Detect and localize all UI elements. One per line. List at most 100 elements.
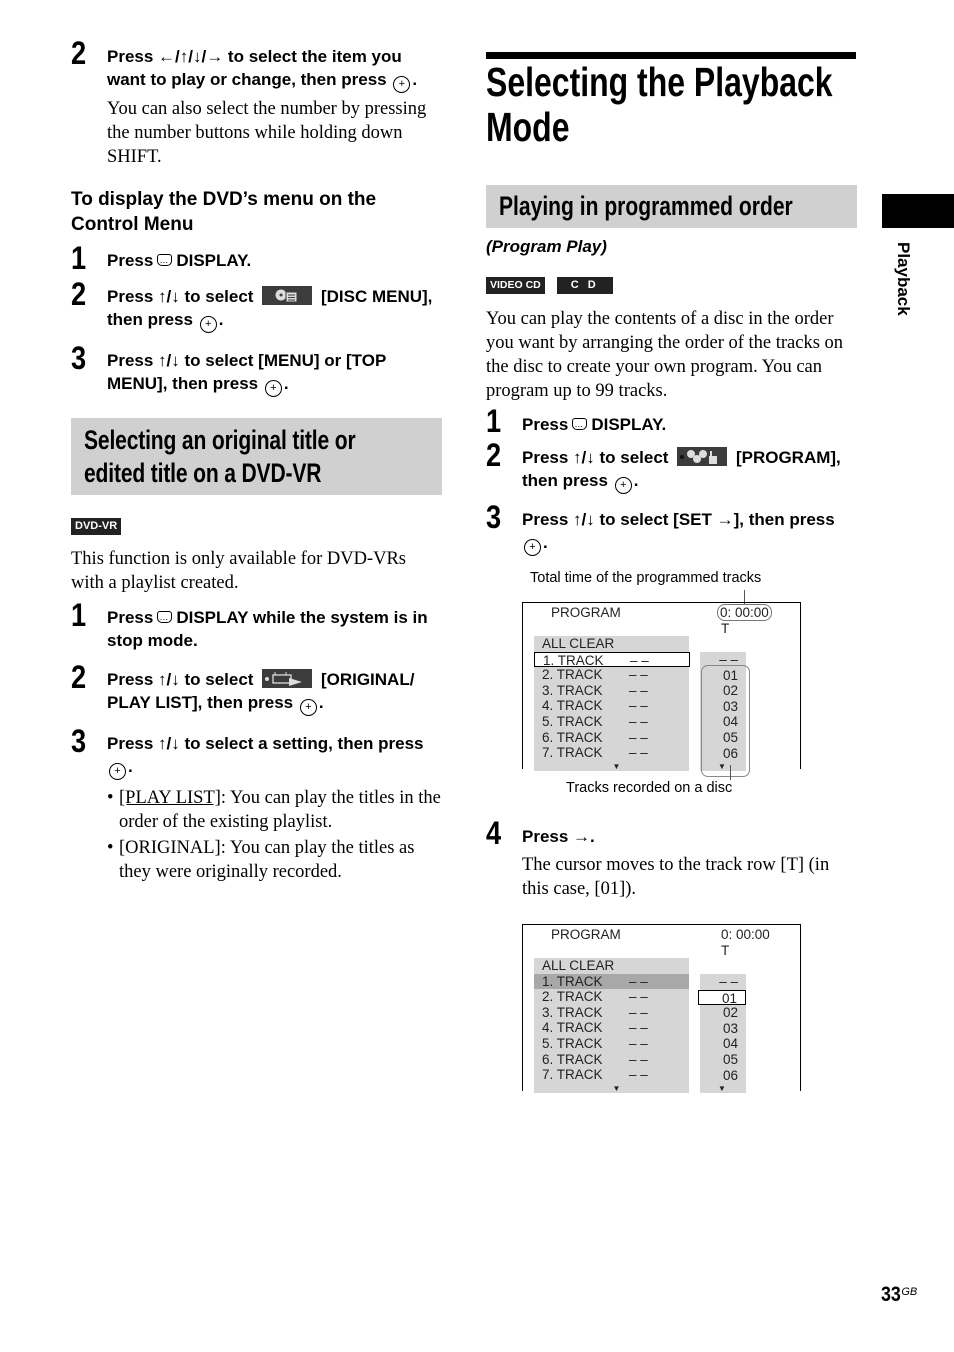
program-osd-screen-2: PROGRAM 0: 00:00 T ALL CLEAR 1. TRACK – –… xyxy=(522,924,801,1094)
osd-item-value: – – xyxy=(630,652,649,668)
osd-track-row[interactable]: 4. TRACK – – xyxy=(534,1020,689,1036)
osd-track-row[interactable]: 3. TRACK – – xyxy=(534,683,689,699)
osd-track-row[interactable]: 4. TRACK – – xyxy=(534,698,689,714)
osd-item-label: 2. TRACK xyxy=(542,667,603,683)
osd-item-label: ALL CLEAR xyxy=(542,958,615,973)
osd-item-label: 3. TRACK xyxy=(542,682,603,698)
dvd-vr-intro: This function is only available for DVD-… xyxy=(71,549,406,593)
osd-title: PROGRAM xyxy=(551,605,621,620)
osd-item-value: – – xyxy=(629,667,648,683)
osd-track-row[interactable]: 2. TRACK – – xyxy=(534,667,689,683)
osd-track-row[interactable]: 3. TRACK – – xyxy=(534,1005,689,1021)
osd-track-row[interactable]: 7. TRACK – – xyxy=(534,745,689,761)
scroll-down-arrow-icon[interactable]: ▼ xyxy=(534,761,689,771)
step-note: The cursor moves to the track row [T] (i… xyxy=(522,855,830,899)
scroll-down-arrow-icon[interactable]: ▼ xyxy=(700,1083,746,1093)
osd-item-label: 5. TRACK xyxy=(542,1035,603,1051)
page-region-suffix: GB xyxy=(901,1285,918,1298)
step-text: Press xyxy=(107,608,154,627)
osd-all-clear[interactable]: ALL CLEAR xyxy=(534,636,689,652)
osd-total-time: 0: 00:00 xyxy=(721,927,770,942)
osd-item-value: – – xyxy=(629,1067,648,1083)
osd-item-value: – – xyxy=(629,729,648,745)
osd-menu-list: ALL CLEAR 1. TRACK – – 2. TRACK – – 3. TRA… xyxy=(534,958,689,1093)
side-tab-marker xyxy=(882,194,954,228)
callout-tracks-recorded: Tracks recorded on a disc xyxy=(566,780,733,796)
dvd-menu-heading: To display the DVD’s menu on the Control… xyxy=(71,189,377,235)
setting-options: [PLAY LIST]: You can play the titles in … xyxy=(107,786,443,884)
step-number: 1 xyxy=(486,403,502,439)
dvd-vr-badge: DVD-VR xyxy=(71,516,122,535)
osd-track-number[interactable]: 03 xyxy=(700,1021,746,1037)
osd-item-value: – – xyxy=(629,1035,648,1051)
dvd-vr-step-1: 1 PressDISPLAY while the system is in st… xyxy=(71,597,443,652)
step-text: DISPLAY while the system is in stop mode… xyxy=(107,608,428,650)
step-text-end: . xyxy=(128,757,133,776)
step-text: Press ↑/↓ to select xyxy=(107,287,254,306)
display-button-icon xyxy=(157,249,173,272)
step-text: DISPLAY. xyxy=(591,415,667,434)
osd-track-number[interactable]: 02 xyxy=(700,1005,746,1021)
osd-item-value: – – xyxy=(629,682,648,698)
step-text: Press ↑/↓ to select [MENU] or [TOP MENU]… xyxy=(107,351,386,393)
option-original: [ORIGINAL]: You can play the titles as t… xyxy=(107,836,443,884)
osd-title: PROGRAM xyxy=(551,927,621,942)
osd-track-label: T xyxy=(721,621,730,636)
step-text: Press ↑/↓ to select xyxy=(522,448,669,467)
scroll-down-arrow-icon[interactable]: ▼ xyxy=(534,1083,689,1093)
osd-track-row-selected[interactable]: 1. TRACK – – xyxy=(534,973,689,990)
program-step-4: 4 Press →. The cursor moves to the track… xyxy=(486,817,858,901)
osd-item-value: – – xyxy=(629,1004,648,1020)
osd-track-column: – – 01 02 03 04 05 06 ▼ xyxy=(698,974,746,1094)
program-step-1: 1 Press DISPLAY. xyxy=(486,403,858,439)
osd-track-number[interactable]: 06 xyxy=(700,1068,746,1084)
step-number: 2 xyxy=(486,437,502,473)
title-rule xyxy=(486,52,856,59)
osd-track-row[interactable]: 6. TRACK – – xyxy=(534,730,689,746)
osd-track-row[interactable]: 5. TRACK – – xyxy=(534,1036,689,1052)
osd-track-row[interactable]: 2. TRACK – – xyxy=(534,989,689,1005)
osd-item-label: 4. TRACK xyxy=(542,698,603,714)
step-text-end: . xyxy=(218,310,224,329)
osd-item-label: 7. TRACK xyxy=(542,745,603,761)
option-play-list: [PLAY LIST]: You can play the titles in … xyxy=(107,786,443,834)
step-number: 2 xyxy=(71,35,87,71)
callout-total-time: Total time of the programmed tracks xyxy=(530,570,762,586)
enter-button-icon: + xyxy=(524,539,541,556)
osd-track-number-selected[interactable]: 01 xyxy=(698,989,746,1006)
enter-button-icon: + xyxy=(199,316,217,333)
osd-track-row[interactable]: 6. TRACK – – xyxy=(534,1052,689,1068)
display-button-icon xyxy=(157,606,173,629)
step-text: Press ↑/↓ to select [SET →], then press xyxy=(522,510,835,529)
step-text: Press ↑/↓ to select a setting, then pres… xyxy=(107,734,424,753)
osd-total-time: 0: 00:00 xyxy=(717,604,772,621)
option-label: [ORIGINAL] xyxy=(119,838,221,858)
osd-track-row-selected[interactable]: 1. TRACK – – xyxy=(534,651,690,668)
disc-menu-icon xyxy=(262,286,313,305)
osd-item-label: 6. TRACK xyxy=(542,729,603,745)
dvd-vr-steps: 1 PressDISPLAY while the system is in st… xyxy=(71,597,443,884)
callout-leader-line xyxy=(730,765,731,780)
program-step-2: 2 Press ↑/↓ to select [PROGRAM], then pr… xyxy=(486,437,858,494)
osd-track-row[interactable]: 5. TRACK – – xyxy=(534,714,689,730)
osd-track-number[interactable]: – – xyxy=(700,974,746,990)
osd-item-label: 3. TRACK xyxy=(542,1004,603,1020)
osd-item-label: 1. TRACK xyxy=(543,652,604,668)
step-number: 1 xyxy=(71,597,87,633)
osd-item-value: – – xyxy=(629,745,648,761)
osd-item-label: 1. TRACK xyxy=(542,973,603,989)
osd-track-number[interactable]: 04 xyxy=(700,1036,746,1052)
step-text-end: . xyxy=(633,471,639,490)
enter-button-icon: + xyxy=(614,477,632,494)
step-number: 3 xyxy=(71,340,87,376)
osd-track-number[interactable]: 05 xyxy=(700,1052,746,1068)
osd-all-clear[interactable]: ALL CLEAR xyxy=(534,958,689,974)
dvd-vr-step-2: 2 Press ↑/↓ to select [ORIGINAL/ PLAY LI… xyxy=(71,661,443,716)
page-number: 33GB xyxy=(881,1283,917,1307)
dvd-vr-step-3: 3 Press ↑/↓ to select a setting, then pr… xyxy=(71,723,443,884)
step-text-end: . xyxy=(283,374,289,393)
step-text: Press ↑/↓ to select xyxy=(107,670,254,689)
step-number: 3 xyxy=(71,723,87,759)
osd-track-row[interactable]: 7. TRACK – – xyxy=(534,1067,689,1083)
page-title: Selecting the Playback Mode xyxy=(486,59,833,150)
